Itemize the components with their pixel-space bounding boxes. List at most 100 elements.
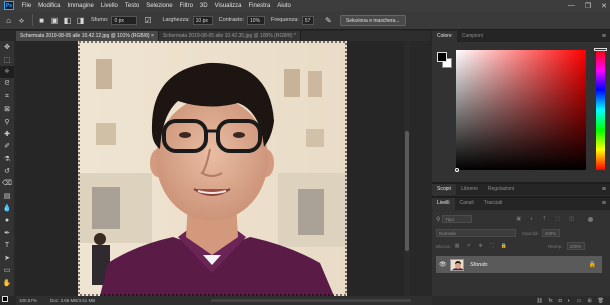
subtract-selection-icon[interactable]: ◧: [63, 16, 72, 25]
menu-selezione[interactable]: Selezione: [143, 3, 176, 9]
portrait-image: [78, 41, 347, 296]
eye-icon[interactable]: 👁: [439, 261, 447, 268]
scrollbar-thumb[interactable]: [405, 131, 409, 251]
add-mask-icon[interactable]: ◘: [559, 298, 562, 304]
new-layer-icon[interactable]: ⊞: [587, 298, 591, 304]
document-photo[interactable]: [78, 41, 347, 296]
menu-finestra[interactable]: Finestra: [245, 3, 274, 9]
restore-icon[interactable]: ❐: [585, 2, 591, 10]
menu-immagine[interactable]: Immagine: [64, 3, 97, 9]
lock-icon[interactable]: 🔒: [589, 261, 596, 268]
tab-libraries[interactable]: Librerie: [456, 184, 483, 195]
brush-tool-icon[interactable]: ✐: [0, 140, 14, 152]
new-selection-icon[interactable]: ■: [37, 16, 46, 25]
layer-name[interactable]: Sfondo: [470, 262, 487, 268]
filter-toggle-icon[interactable]: [588, 216, 594, 222]
opacity-input[interactable]: 100%: [541, 229, 560, 237]
fill-input[interactable]: 100%: [566, 242, 585, 250]
document-tab-active[interactable]: Schermata 2019-08-05 alle 10.42.12.jpg @…: [16, 31, 159, 41]
menu-filtro[interactable]: Filtro: [176, 3, 196, 9]
frame-tool-icon[interactable]: ⊠: [0, 103, 14, 115]
color-panel-tabs: Colore Campioni ≡: [432, 31, 610, 42]
zoom-level[interactable]: 100.67%: [19, 298, 37, 303]
menu-3d[interactable]: 3D: [196, 3, 211, 9]
healing-brush-tool-icon[interactable]: ✚: [0, 128, 14, 140]
lock-icons[interactable]: ▦ ✐ ✥ ⛶ 🔒: [455, 243, 510, 249]
eraser-tool-icon[interactable]: ⌫: [0, 177, 14, 189]
horizontal-scrollbar[interactable]: [211, 299, 411, 302]
new-group-icon[interactable]: ▭: [577, 298, 582, 304]
tab-layers[interactable]: Livelli: [432, 198, 455, 210]
contrast-input[interactable]: 10%: [247, 15, 266, 25]
tab-learn[interactable]: Scopri: [432, 184, 457, 195]
minimize-icon[interactable]: —: [568, 2, 575, 9]
pen-tool-icon[interactable]: ✒: [0, 227, 14, 239]
search-icon: ⚲: [436, 216, 441, 223]
panel-menu-icon[interactable]: ≡: [602, 198, 606, 210]
portrait-thumbnail: [451, 259, 463, 270]
marquee-tool-icon[interactable]: ⬚: [0, 53, 14, 65]
close-icon[interactable]: ✕: [601, 2, 607, 10]
menu-livello[interactable]: Livello: [97, 3, 121, 9]
color-picker-field[interactable]: [456, 50, 586, 170]
clone-stamp-tool-icon[interactable]: ⚗: [0, 153, 14, 165]
width-label: Larghezza:: [162, 17, 190, 23]
blur-tool-icon[interactable]: 💧: [0, 202, 14, 214]
tab-paths[interactable]: Tracciati: [479, 198, 508, 210]
foreground-color-swatch[interactable]: [2, 296, 8, 302]
feather-label: Sfumo:: [91, 17, 109, 23]
blend-mode-select[interactable]: Normale: [436, 229, 516, 237]
adjustment-layer-icon[interactable]: ◐: [568, 298, 571, 304]
hue-slider[interactable]: [596, 50, 605, 170]
menu-testo[interactable]: Testo: [121, 3, 142, 9]
divider: [32, 14, 33, 26]
window-controls: — ❐ ✕: [568, 0, 607, 11]
layer-row[interactable]: 👁 Sfondo 🔒: [436, 256, 602, 273]
menu-aiuto[interactable]: Aiuto: [274, 3, 295, 9]
dodge-tool-icon[interactable]: ●: [0, 214, 14, 226]
tab-adjustments[interactable]: Regolazioni: [483, 184, 519, 195]
width-input[interactable]: 10 px: [192, 15, 213, 25]
foreground-color-chip[interactable]: [437, 52, 447, 62]
menu-modifica[interactable]: Modifica: [35, 3, 64, 9]
intersect-selection-icon[interactable]: ◨: [76, 16, 85, 25]
antialias-checkbox-icon[interactable]: ☑: [143, 16, 152, 25]
menu-visualizza[interactable]: Visualizza: [211, 3, 245, 9]
hue-slider-handle[interactable]: [594, 48, 607, 51]
fx-icon[interactable]: fx: [549, 298, 553, 304]
path-selection-tool-icon[interactable]: ➤: [0, 252, 14, 264]
filter-icons[interactable]: ▣ ◐ T ⬚ ◫: [516, 216, 578, 222]
select-and-mask-button[interactable]: Seleziona e maschera...: [339, 14, 406, 26]
gradient-tool-icon[interactable]: ▤: [0, 190, 14, 202]
type-tool-icon[interactable]: T: [0, 239, 14, 251]
layers-panel-tabs: Livelli Canali Tracciati ≡: [432, 198, 610, 210]
history-brush-tool-icon[interactable]: ↺: [0, 165, 14, 177]
panel-menu-icon[interactable]: ≡: [602, 31, 606, 42]
document-tab[interactable]: Schermata 2019-08-05 alle 10.42.35.jpg @…: [158, 31, 301, 41]
eyedropper-tool-icon[interactable]: ⚲: [0, 115, 14, 127]
layer-filter-select[interactable]: Tipo: [442, 215, 473, 223]
tab-channels[interactable]: Canali: [455, 198, 479, 210]
lock-label: Blocca:: [436, 243, 451, 249]
feather-input[interactable]: 0 px: [111, 15, 138, 25]
pen-pressure-icon[interactable]: ✎: [324, 16, 333, 25]
quick-selection-icon[interactable]: ⟡: [17, 16, 26, 25]
crop-tool-icon[interactable]: ⌗: [0, 91, 14, 103]
quick-selection-tool-icon[interactable]: ⟡: [0, 65, 14, 79]
rectangle-tool-icon[interactable]: ▭: [0, 264, 14, 276]
tab-color[interactable]: Colore: [432, 31, 457, 42]
panel-menu-icon[interactable]: ≡: [602, 184, 606, 195]
menu-file[interactable]: File: [18, 3, 35, 9]
move-tool-icon[interactable]: ✥: [0, 41, 14, 53]
frequency-input[interactable]: 57: [301, 15, 314, 25]
tab-swatches[interactable]: Campioni: [457, 31, 488, 42]
color-picker-marker[interactable]: [455, 168, 459, 172]
trash-icon[interactable]: 🗑: [598, 298, 604, 304]
home-icon[interactable]: ⌂: [4, 16, 13, 25]
vertical-scrollbar[interactable]: [404, 41, 410, 296]
hand-tool-icon[interactable]: ✋: [0, 276, 14, 288]
lasso-tool-icon[interactable]: ᘓ: [0, 78, 14, 90]
add-selection-icon[interactable]: ▣: [50, 16, 59, 25]
layer-thumbnail: [450, 258, 464, 271]
link-layers-icon[interactable]: ⛓: [536, 298, 542, 304]
